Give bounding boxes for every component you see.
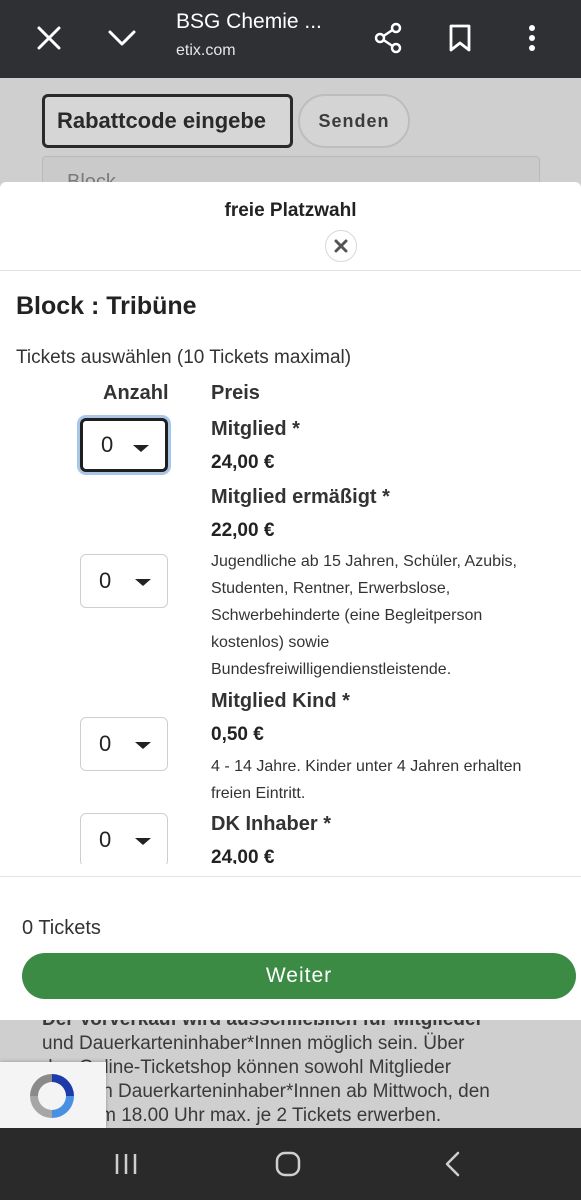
more-vert-icon[interactable] bbox=[508, 14, 556, 62]
modal-close-button[interactable] bbox=[325, 230, 357, 262]
quantity-select[interactable]: 0 bbox=[80, 717, 168, 771]
chevron-down-icon bbox=[135, 579, 151, 586]
seat-selection-modal: freie Platzwahl Block : Tribüne Tickets … bbox=[0, 182, 581, 1020]
chevron-down-icon bbox=[133, 445, 149, 452]
home-icon[interactable] bbox=[268, 1146, 308, 1182]
discount-code-input[interactable]: Rabattcode eingebe bbox=[42, 94, 293, 148]
ticket-price: 0,50 € bbox=[211, 724, 264, 745]
quantity-select[interactable]: 0 bbox=[80, 813, 168, 864]
block-label: Block : Tribüne bbox=[16, 292, 197, 320]
recaptcha-icon bbox=[30, 1074, 74, 1118]
chevron-down-icon[interactable] bbox=[98, 14, 146, 62]
modal-header: freie Platzwahl bbox=[0, 182, 581, 271]
ticket-description: 4 - 14 Jahre. Kinder unter 4 Jahren erha… bbox=[211, 758, 522, 802]
column-header-quantity: Anzahl bbox=[103, 382, 169, 404]
send-button[interactable]: Senden bbox=[298, 94, 410, 148]
page-url[interactable]: etix.com bbox=[176, 42, 236, 60]
system-nav-bar bbox=[0, 1128, 581, 1200]
ticket-name: Mitglied Kind * bbox=[211, 690, 350, 712]
back-icon[interactable] bbox=[432, 1146, 472, 1182]
quantity-select[interactable]: 0 bbox=[80, 418, 168, 472]
chevron-down-icon bbox=[135, 838, 151, 845]
close-icon bbox=[334, 239, 348, 253]
modal-title: freie Platzwahl bbox=[224, 200, 357, 221]
modal-footer: 0 Tickets Weiter bbox=[0, 876, 581, 1020]
close-icon[interactable] bbox=[25, 14, 73, 62]
page-title: BSG Chemie ... bbox=[176, 10, 322, 33]
recent-apps-icon[interactable] bbox=[106, 1146, 146, 1182]
ticket-description: Jugendliche ab 15 Jahren, Schüler, Azubi… bbox=[211, 553, 517, 678]
ticket-name: Mitglied ermäßigt * bbox=[211, 486, 390, 508]
presale-notice: Der Vorverkauf wird ausschließlich für M… bbox=[42, 1009, 490, 1126]
ticket-select-hint: Tickets auswählen (10 Tickets maximal) bbox=[16, 347, 352, 368]
ticket-count: 0 Tickets bbox=[22, 917, 101, 939]
ticket-price: 24,00 € bbox=[211, 847, 275, 864]
browser-toolbar: BSG Chemie ... etix.com bbox=[0, 0, 581, 78]
chevron-down-icon bbox=[135, 742, 151, 749]
ticket-price: 22,00 € bbox=[211, 520, 275, 541]
ticket-name: DK Inhaber * bbox=[211, 813, 332, 835]
ticket-name: Mitglied * bbox=[211, 418, 300, 440]
bookmark-icon[interactable] bbox=[436, 14, 484, 62]
ticket-price: 24,00 € bbox=[211, 452, 275, 473]
ticket-list[interactable]: 0 Mitglied * 24,00 € Mitglied ermäßigt *… bbox=[0, 414, 581, 864]
continue-button[interactable]: Weiter bbox=[22, 953, 576, 999]
share-icon[interactable] bbox=[364, 14, 412, 62]
recaptcha-badge[interactable] bbox=[0, 1062, 106, 1128]
column-header-price: Preis bbox=[211, 382, 260, 404]
quantity-select[interactable]: 0 bbox=[80, 554, 168, 608]
